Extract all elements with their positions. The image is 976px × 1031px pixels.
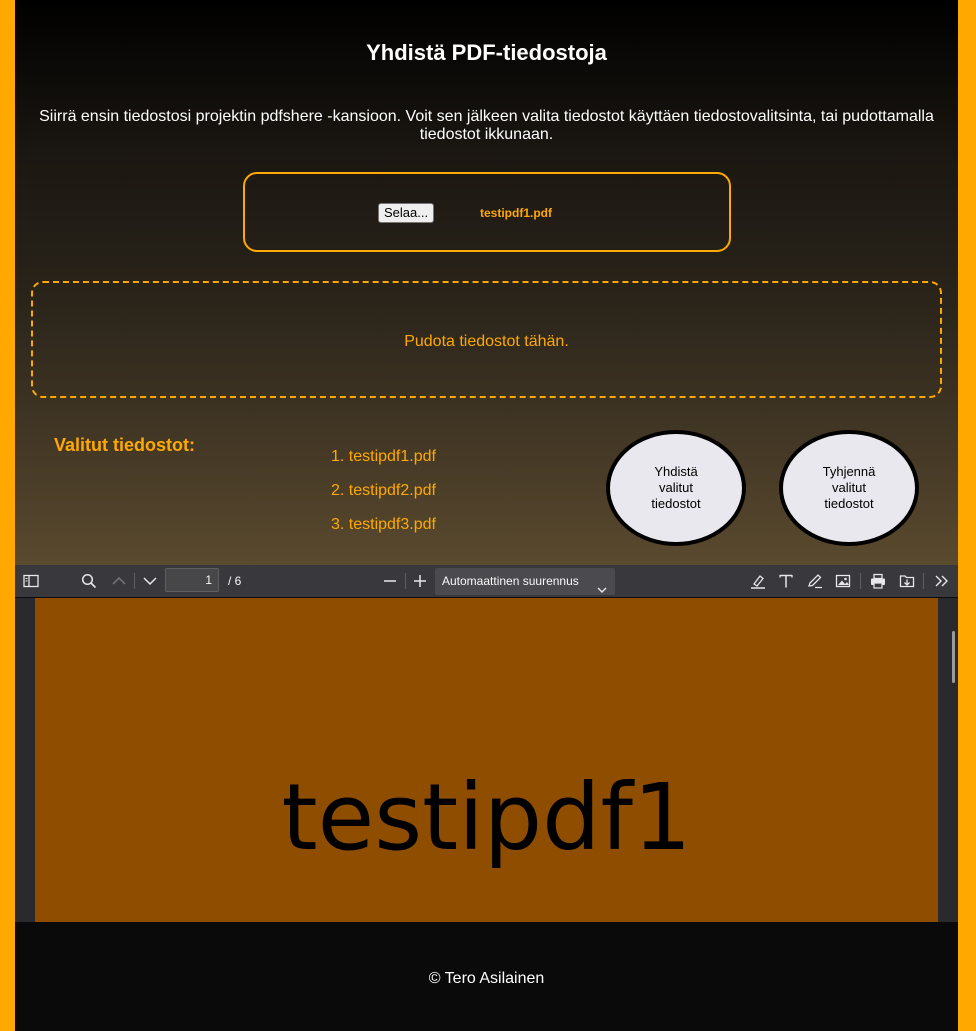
print-icon[interactable] [868,571,888,591]
drop-zone-text: Pudota tiedostot tähän. [404,333,569,350]
zoom-in-icon[interactable] [410,571,430,591]
zoom-select-value: Automaattinen suurennus [442,574,579,588]
drop-zone[interactable]: Pudota tiedostot tähän. [31,281,942,398]
sidebar-toggle-icon[interactable] [21,571,41,591]
more-tools-icon[interactable] [932,571,952,591]
page-number-input[interactable]: 1 [165,568,219,592]
footer-text: © Tero Asilainen [428,970,545,987]
clear-button-label: Tyhjennä valitut tiedostot [822,464,876,511]
pdf-page-text: testipdf1 [281,764,692,871]
selected-file-name: testipdf1.pdf [480,206,552,220]
selected-files-list: 1. testipdf1.pdf 2. testipdf2.pdf 3. tes… [331,448,436,550]
selected-files-heading: Valitut tiedostot: [54,435,195,455]
toolbar-separator [134,573,135,589]
list-item: 2. testipdf2.pdf [331,482,436,499]
download-icon[interactable] [897,571,917,591]
file-picker: Selaa... testipdf1.pdf [243,172,731,252]
zoom-select[interactable]: Automaattinen suurennus [435,568,615,595]
pdf-viewer: 1 / 6 Automaattinen suurennus testipdf1 [15,565,958,922]
app-frame: Yhdistä PDF-tiedostoja Siirrä ensin tied… [15,0,958,1031]
list-item: 3. testipdf3.pdf [331,516,436,533]
image-icon[interactable] [833,571,853,591]
merge-button-label: Yhdistä valitut tiedostot [651,464,701,511]
page-title: Yhdistä PDF-tiedostoja [366,40,607,65]
viewer-scrollbar[interactable] [952,631,955,683]
pdf-page: testipdf1 [35,598,938,922]
search-icon[interactable] [79,571,99,591]
toolbar-separator [860,573,861,589]
previous-page-icon[interactable] [109,571,129,591]
browse-button[interactable]: Selaa... [378,203,435,223]
highlight-icon[interactable] [748,571,768,591]
text-icon[interactable] [776,571,796,591]
intro-text: Siirrä ensin tiedostosi projektin pdfshe… [39,108,934,143]
zoom-out-icon[interactable] [380,571,400,591]
draw-icon[interactable] [805,571,825,591]
pdf-toolbar: 1 / 6 Automaattinen suurennus [15,565,958,598]
footer: © Tero Asilainen [15,922,958,1031]
toolbar-separator [405,573,406,589]
clear-button[interactable]: Tyhjennä valitut tiedostot [779,430,919,546]
merge-button[interactable]: Yhdistä valitut tiedostot [606,430,746,546]
next-page-icon[interactable] [140,571,160,591]
list-item: 1. testipdf1.pdf [331,448,436,465]
toolbar-separator [923,573,924,589]
page-total: / 6 [228,574,242,588]
